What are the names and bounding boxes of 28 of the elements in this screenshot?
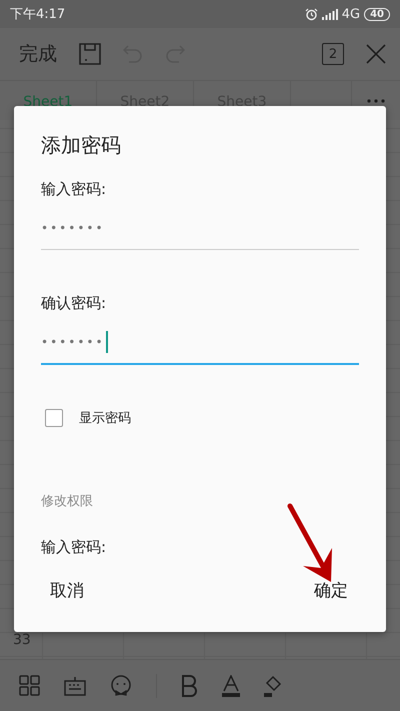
dialog-title: 添加密码 (41, 132, 122, 159)
confirm-button[interactable]: 确定 (298, 571, 364, 610)
field-label: 确认密码: (41, 294, 108, 313)
show-password-checkbox[interactable] (45, 409, 63, 427)
more-icon[interactable] (367, 98, 385, 102)
save-icon[interactable] (79, 43, 101, 65)
keyboard-icon[interactable] (64, 676, 86, 696)
alarm-icon (304, 8, 318, 20)
checkbox-label: 显示密码 (79, 410, 131, 427)
text-color-icon[interactable] (222, 674, 240, 696)
bold-icon[interactable] (181, 674, 198, 696)
field-label: 输入密码: (41, 180, 108, 199)
signal-icon (322, 8, 338, 20)
row-number: 33 (12, 632, 32, 650)
field-label: 输入密码: (41, 538, 106, 556)
status-time: 下午4:17 (10, 6, 66, 23)
password-field[interactable]: ••••••• (41, 327, 359, 365)
fill-color-icon[interactable] (264, 674, 282, 696)
network-label: 4G (342, 6, 360, 22)
password-field[interactable]: ••••••• (41, 213, 359, 250)
done-button[interactable]: 完成 (19, 41, 57, 67)
grid-icon[interactable] (19, 675, 40, 696)
section-heading: 修改权限 (41, 493, 94, 510)
page-count-button[interactable]: 2 (322, 43, 344, 65)
battery-level: 40 (364, 8, 390, 20)
smiley-icon[interactable] (110, 674, 132, 696)
cancel-button[interactable]: 取消 (34, 571, 100, 610)
close-icon[interactable] (366, 44, 386, 64)
